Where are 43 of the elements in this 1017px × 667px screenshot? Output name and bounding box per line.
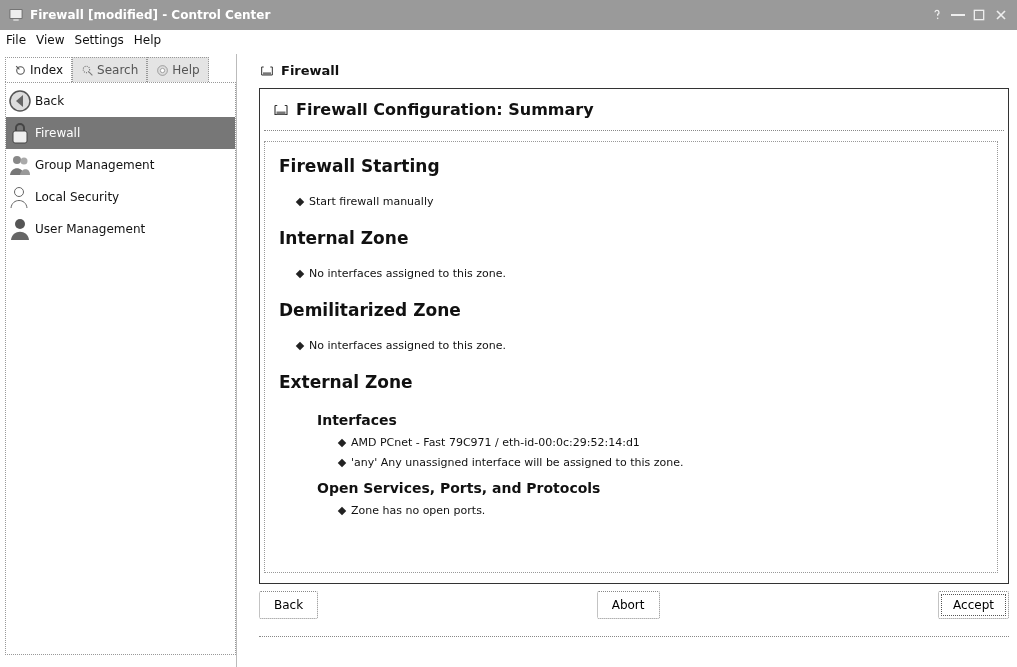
menu-item[interactable]: View: [36, 31, 65, 49]
minimize-icon: [951, 14, 965, 16]
back-button[interactable]: Back: [259, 591, 319, 619]
window-title: Firewall [modified] - Control Center: [30, 7, 272, 24]
abort-button[interactable]: Abort: [596, 591, 660, 619]
sidebar-item[interactable]: Firewall: [6, 117, 235, 149]
panel-title: Firewall Configuration: Summary: [296, 98, 594, 121]
section-heading: Firewall Starting: [279, 155, 441, 178]
group-icon: [8, 153, 32, 177]
section-heading: Demilitarized Zone: [279, 299, 462, 322]
bullet-icon: [337, 506, 347, 515]
sidebar-item[interactable]: User Management: [6, 213, 235, 245]
bullet-icon: [337, 438, 347, 447]
accept-button[interactable]: Accept: [938, 591, 1009, 619]
list-item: No interfaces assigned to this zone.: [309, 337, 507, 354]
sidebar-item[interactable]: Local Security: [6, 181, 235, 213]
search-icon: [81, 63, 95, 77]
tab[interactable]: Help: [147, 57, 209, 82]
bullet-icon: [295, 197, 305, 206]
list-item: 'any' Any unassigned interface will be assigned to this zone.: [351, 455, 684, 471]
person-icon: [8, 217, 32, 241]
menu-item[interactable]: Help: [133, 31, 162, 49]
subsection-heading: Open Services, Ports, and Protocols: [317, 478, 602, 498]
help-icon: [156, 63, 170, 77]
menu-item[interactable]: Settings: [74, 31, 124, 49]
tab[interactable]: Search: [72, 57, 148, 82]
section-heading: External Zone: [279, 371, 414, 394]
app-icon: [8, 7, 24, 23]
page-title: Firewall: [281, 62, 340, 81]
bullet-icon: [295, 269, 305, 278]
bullet-icon: [295, 341, 305, 350]
menu-item[interactable]: File: [6, 31, 27, 49]
maximize-icon: [971, 7, 987, 23]
sidebar-item[interactable]: Group Management: [6, 149, 235, 181]
sidebar-item[interactable]: Back: [6, 85, 235, 117]
tab[interactable]: Index: [5, 57, 73, 82]
list-item: No interfaces assigned to this zone.: [309, 265, 507, 282]
list-item: Start firewall manually: [309, 193, 434, 210]
section-heading: Internal Zone: [279, 227, 410, 250]
list-item: AMD PCnet - Fast 79C971 / eth-id-00:0c:29:52:14:d1: [351, 434, 640, 451]
bullet-icon: [337, 459, 347, 468]
subsection-heading: Interfaces: [317, 410, 398, 430]
list-item: Zone has no open ports.: [351, 502, 486, 519]
